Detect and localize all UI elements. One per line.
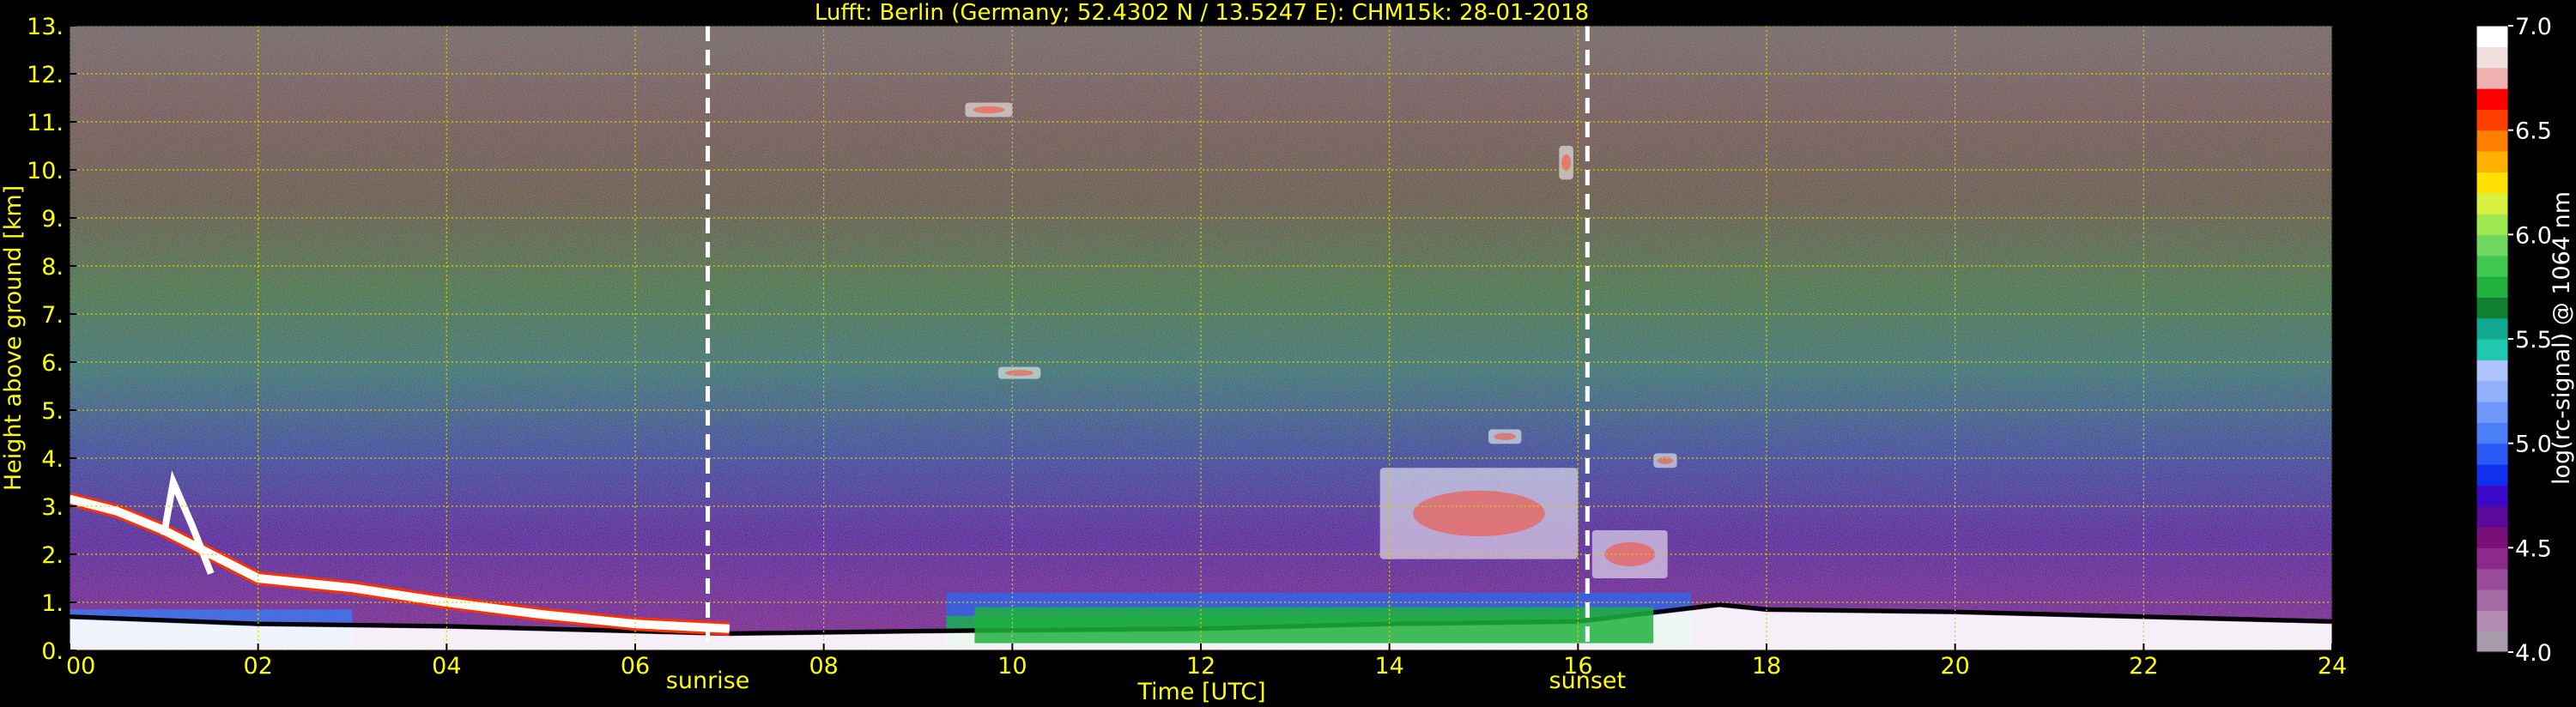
x-tick-label-4: 08 — [809, 653, 838, 680]
signal-noise — [70, 26, 2332, 650]
plot-area — [70, 26, 2332, 650]
colorbar-tick-label-0: 4.0 — [2515, 640, 2552, 667]
x-axis-label: Time [UTC] — [1136, 679, 1265, 705]
y-tick-label-2: 2. — [41, 542, 64, 569]
colorbar-tick-label-4: 6.0 — [2515, 222, 2552, 249]
colorbar-swatch-0 — [2476, 631, 2508, 653]
x-tick-label-0: 00 — [66, 653, 95, 680]
y-tick-label-10: 10. — [27, 158, 64, 184]
colorbar-tick-label-3: 5.5 — [2515, 327, 2552, 354]
colorbar-swatch-26 — [2476, 88, 2508, 110]
colorbar-swatch-18 — [2476, 255, 2508, 277]
colorbar-swatch-14 — [2476, 339, 2508, 360]
colorbar-swatch-8 — [2476, 464, 2508, 486]
cloud-core-0 — [1413, 490, 1545, 537]
y-ticks: 0. 1. 2. 3. 4. 5. 6. 7. 8. 9. 10. 11. 12. 13. — [27, 14, 76, 665]
colorbar-swatch-29 — [2476, 26, 2508, 47]
y-tick-label-7: 7. — [41, 302, 64, 329]
colorbar-swatch-27 — [2476, 67, 2508, 89]
colorbar-swatch-21 — [2476, 192, 2508, 215]
y-axis-label: Height above ground [km] — [0, 185, 27, 491]
y-tick-label-3: 3. — [41, 494, 64, 521]
sunrise-label: sunrise — [666, 668, 750, 694]
cloud-core-1 — [1604, 542, 1656, 566]
y-tick-label-6: 6. — [41, 350, 64, 377]
colorbar-swatch-25 — [2476, 109, 2508, 131]
colorbar-swatch-7 — [2476, 485, 2508, 507]
colorbar-swatch-5 — [2476, 527, 2508, 548]
colorbar-swatch-11 — [2476, 402, 2508, 423]
colorbar-swatch-20 — [2476, 214, 2508, 235]
colorbar-swatch-9 — [2476, 443, 2508, 465]
colorbar-swatch-12 — [2476, 380, 2508, 402]
y-tick-label-12: 12. — [27, 62, 64, 88]
colorbar-swatch-4 — [2476, 547, 2508, 570]
colorbar-swatch-19 — [2476, 234, 2508, 257]
colorbar-swatch-28 — [2476, 46, 2508, 69]
colorbar-swatch-22 — [2476, 172, 2508, 194]
y-tick-label-4: 4. — [41, 446, 64, 473]
y-tick-label-9: 9. — [41, 206, 64, 233]
cloud-core-4 — [1005, 370, 1034, 377]
colorbar-swatch-23 — [2476, 151, 2508, 172]
colorbar-swatch-2 — [2476, 589, 2508, 611]
x-tick-label-10: 20 — [1940, 653, 1969, 680]
x-tick-label-5: 10 — [997, 653, 1027, 680]
cloud-core-6 — [973, 106, 1005, 114]
colorbar-swatch-15 — [2476, 317, 2508, 340]
colorbar-tick-label-6: 7.0 — [2515, 14, 2552, 40]
colorbar-swatch-6 — [2476, 505, 2508, 528]
x-tick-label-1: 02 — [243, 653, 272, 680]
colorbar-swatch-17 — [2476, 276, 2508, 298]
chart-title: Lufft: Berlin (Germany; 52.4302 N / 13.5… — [815, 0, 1589, 26]
x-tick-label-12: 24 — [2318, 653, 2347, 680]
colorbar-swatch-13 — [2476, 360, 2508, 382]
x-tick-label-9: 18 — [1752, 653, 1781, 680]
y-tick-label-8: 8. — [41, 254, 64, 281]
colorbar-tick-label-5: 6.5 — [2515, 118, 2552, 145]
y-tick-label-1: 1. — [41, 590, 64, 617]
ceilometer-chart: sunrise sunset 00 02 04 06 08 10 12 14 16 18 20 22 24… — [0, 0, 2575, 705]
colorbar-swatch-10 — [2476, 422, 2508, 444]
colorbar-swatch-24 — [2476, 130, 2508, 152]
cloud-core-5 — [1561, 154, 1572, 172]
colorbar-tick-label-2: 5.0 — [2515, 432, 2552, 458]
colorbar-swatch-3 — [2476, 568, 2508, 590]
y-tick-label-5: 5. — [41, 398, 64, 425]
colorbar-label: log(rc-signal) @ 1064 nm — [2549, 191, 2575, 485]
x-tick-label-7: 14 — [1374, 653, 1403, 680]
x-tick-label-8: 16 — [1563, 653, 1592, 680]
aerosol-green-0 — [974, 607, 1654, 644]
y-tick-label-11: 11. — [27, 110, 64, 136]
colorbar-swatch-16 — [2476, 297, 2508, 319]
cloud-core-3 — [1494, 432, 1517, 440]
y-tick-label-0: 0. — [41, 638, 64, 665]
x-tick-label-2: 04 — [432, 653, 461, 680]
y-tick-label-13: 13. — [27, 14, 64, 40]
x-tick-label-3: 06 — [621, 653, 650, 680]
colorbar-tick-label-1: 4.5 — [2515, 535, 2552, 562]
colorbar: 4.0 4.5 5.0 5.5 6.0 6.5 7.0 — [2476, 14, 2552, 667]
x-tick-label-11: 22 — [2129, 653, 2158, 680]
x-tick-label-6: 12 — [1186, 653, 1215, 680]
colorbar-swatch-1 — [2476, 610, 2508, 632]
